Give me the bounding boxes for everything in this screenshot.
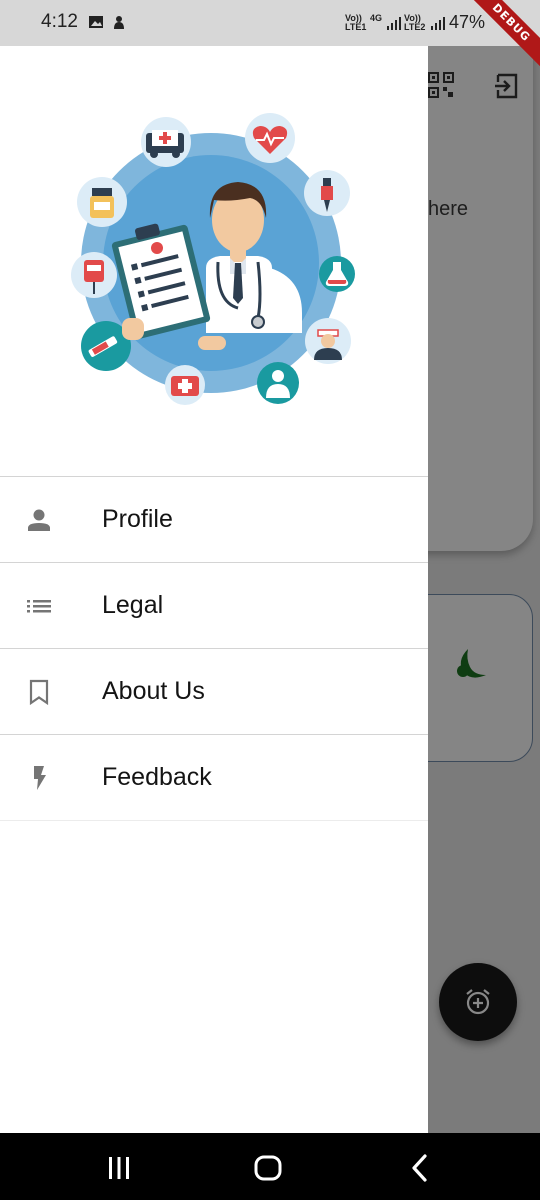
sim1-label: Vo)) LTE1 [345, 13, 367, 32]
navigation-drawer: Profile Legal About Us Feedback [0, 46, 428, 1133]
sim1-gen: 4G [370, 13, 383, 23]
system-navigation-bar [0, 1133, 540, 1200]
add-alarm-fab[interactable] [439, 963, 517, 1041]
background-header-card [428, 46, 533, 551]
dropper-icon [304, 170, 350, 216]
background-app-scrim[interactable]: here [428, 46, 540, 1133]
gallery-icon [89, 16, 103, 28]
drawer-item-profile[interactable]: Profile [0, 477, 428, 563]
recent-apps-icon[interactable] [104, 1153, 134, 1183]
bookmark-icon [29, 679, 49, 705]
ambulance-icon [141, 117, 191, 167]
moon-icon [457, 649, 486, 678]
sim2-label: Vo)) LTE2 [404, 13, 426, 32]
app-notification-icon [114, 16, 124, 29]
list-icon [27, 600, 51, 613]
home-icon[interactable] [253, 1153, 283, 1183]
status-bar: 4:12 Vo)) LTE1 4G Vo)) LTE2 47% [0, 0, 540, 46]
patient-icon [257, 362, 299, 404]
pill-bottle-icon [77, 177, 127, 227]
heart-icon [245, 113, 295, 163]
back-icon[interactable] [405, 1153, 435, 1183]
drawer-item-feedback[interactable]: Feedback [0, 735, 428, 821]
drawer-item-label: Profile [102, 505, 173, 533]
battery-percent: 47% [449, 12, 486, 32]
background-card [428, 594, 533, 762]
first-aid-kit-icon [165, 365, 205, 405]
signal-icon [387, 17, 401, 30]
drawer-item-about-us[interactable]: About Us [0, 649, 428, 735]
drawer-item-label: Legal [102, 591, 164, 619]
drawer-item-label: About Us [102, 677, 205, 705]
status-time: 4:12 [41, 11, 78, 32]
flash-icon [34, 766, 46, 790]
person-icon [28, 509, 50, 531]
background-text: here [428, 198, 469, 220]
flask-icon [319, 256, 355, 292]
nurse-icon [305, 318, 351, 364]
signal-icon-2 [431, 17, 445, 30]
drawer-item-legal[interactable]: Legal [0, 563, 428, 649]
drawer-item-label: Feedback [102, 763, 212, 791]
logout-icon[interactable] [494, 73, 520, 99]
drawer-menu: Profile Legal About Us Feedback [0, 477, 428, 821]
blood-bag-icon [71, 252, 117, 298]
qr-code-icon[interactable] [428, 72, 454, 98]
doctor-illustration [71, 113, 355, 405]
add-alarm-icon [466, 989, 490, 1015]
